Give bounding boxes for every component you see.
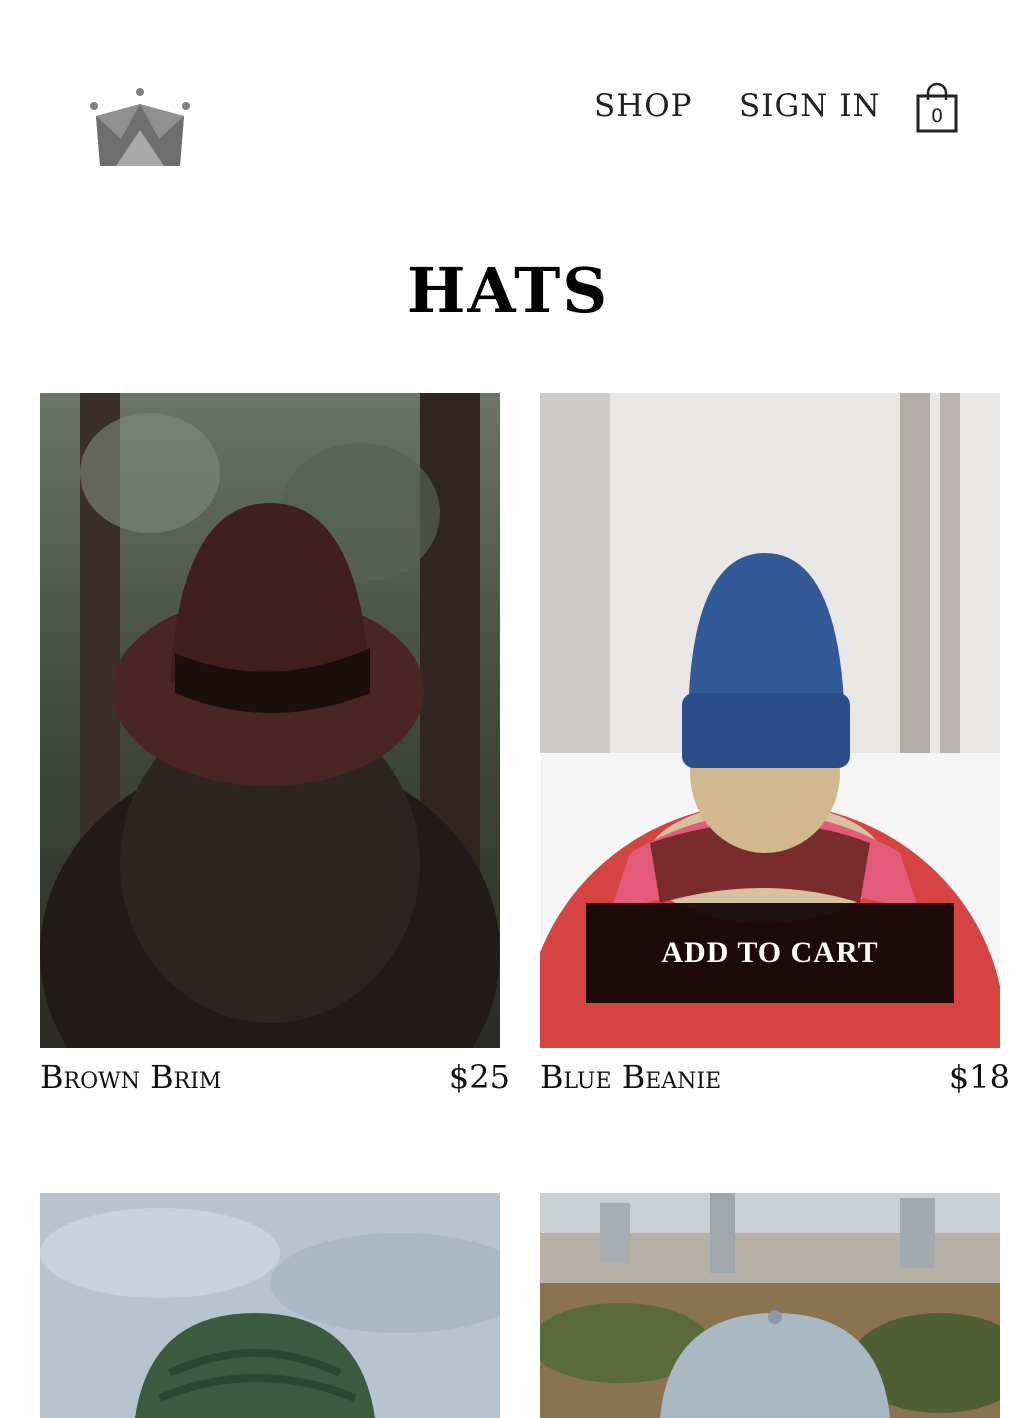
product-name: Brown Brim bbox=[40, 1058, 222, 1096]
product-image[interactable] bbox=[40, 1193, 500, 1418]
product-image[interactable] bbox=[40, 393, 500, 1048]
cart-count: 0 bbox=[930, 105, 944, 127]
nav-shop-link[interactable]: SHOP bbox=[594, 88, 693, 124]
cart-button[interactable]: 0 bbox=[914, 82, 960, 134]
product-image[interactable] bbox=[540, 1193, 1000, 1418]
add-to-cart-button[interactable]: ADD TO CART bbox=[586, 903, 954, 1003]
page-title: HATS bbox=[406, 254, 610, 327]
product-image[interactable]: ADD TO CART bbox=[540, 393, 1000, 1048]
product-price: $18 bbox=[948, 1058, 1010, 1096]
product-footer: Brown Brim $25 bbox=[40, 1058, 510, 1098]
product-name: Blue Beanie bbox=[540, 1058, 722, 1096]
site-header: SHOP SIGN IN 0 bbox=[0, 0, 1016, 200]
product-footer: Blue Beanie $18 bbox=[540, 1058, 1010, 1098]
product-price: $25 bbox=[448, 1058, 510, 1096]
nav-signin-link[interactable]: SIGN IN bbox=[739, 88, 881, 124]
